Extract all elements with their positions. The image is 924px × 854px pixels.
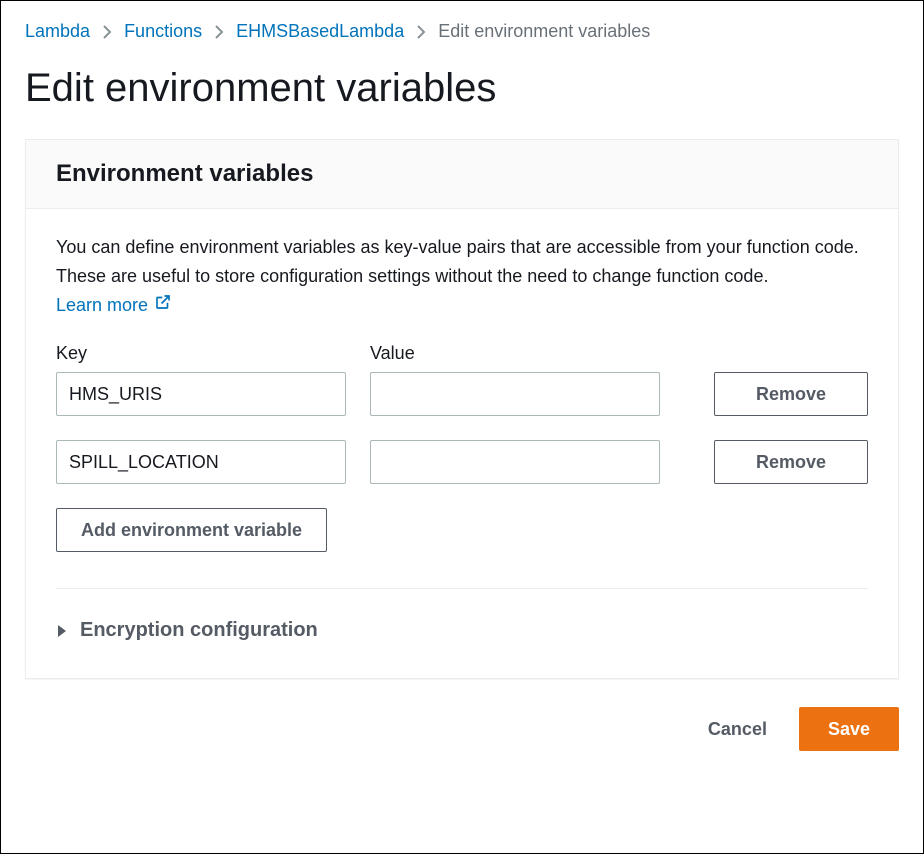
env-var-row: Remove	[56, 440, 868, 484]
remove-button[interactable]: Remove	[714, 372, 868, 416]
remove-button[interactable]: Remove	[714, 440, 868, 484]
panel-header: Environment variables	[26, 140, 898, 209]
cancel-button[interactable]: Cancel	[694, 709, 781, 750]
page-title: Edit environment variables	[25, 66, 899, 111]
env-var-value-input[interactable]	[370, 372, 660, 416]
chevron-right-icon	[214, 25, 224, 39]
breadcrumb-link-function-name[interactable]: EHMSBasedLambda	[236, 21, 404, 42]
add-env-var-button[interactable]: Add environment variable	[56, 508, 327, 552]
env-var-value-input[interactable]	[370, 440, 660, 484]
env-var-key-input[interactable]	[56, 372, 346, 416]
key-column-header: Key	[56, 343, 346, 364]
value-column-header: Value	[370, 343, 660, 364]
env-vars-panel: Environment variables You can define env…	[25, 139, 899, 679]
divider	[56, 588, 868, 589]
breadcrumb: Lambda Functions EHMSBasedLambda Edit en…	[25, 21, 899, 42]
panel-title: Environment variables	[56, 160, 868, 188]
panel-body: You can define environment variables as …	[26, 209, 898, 678]
encryption-config-label: Encryption configuration	[80, 619, 318, 642]
learn-more-link[interactable]: Learn more	[56, 291, 172, 320]
encryption-config-expandable[interactable]: Encryption configuration	[56, 613, 868, 648]
panel-description: You can define environment variables as …	[56, 233, 868, 319]
description-text: You can define environment variables as …	[56, 237, 859, 286]
env-var-key-input[interactable]	[56, 440, 346, 484]
footer-actions: Cancel Save	[25, 707, 899, 751]
caret-right-icon	[56, 624, 68, 638]
env-var-row: Remove	[56, 372, 868, 416]
save-button[interactable]: Save	[799, 707, 899, 751]
external-link-icon	[154, 291, 172, 320]
learn-more-text: Learn more	[56, 291, 148, 320]
chevron-right-icon	[102, 25, 112, 39]
breadcrumb-link-functions[interactable]: Functions	[124, 21, 202, 42]
chevron-right-icon	[416, 25, 426, 39]
breadcrumb-link-lambda[interactable]: Lambda	[25, 21, 90, 42]
breadcrumb-current: Edit environment variables	[438, 21, 650, 42]
kv-column-headers: Key Value	[56, 343, 868, 364]
